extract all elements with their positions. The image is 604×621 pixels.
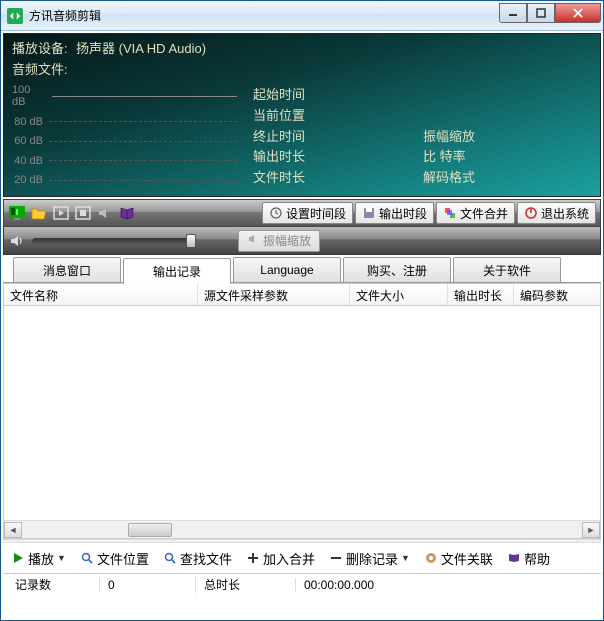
merge-label: 文件合并: [460, 205, 508, 222]
slider-thumb[interactable]: [186, 234, 196, 248]
tab-output[interactable]: 输出记录: [123, 258, 231, 284]
db-label-100: 100 dB: [12, 84, 46, 108]
horizontal-scrollbar[interactable]: ◄ ►: [4, 520, 600, 538]
start-time-label: 起始时间: [253, 84, 423, 103]
time-info: 起始时间 当前位置 终止时间振幅缩放 输出时长比 特率 文件时长解码格式: [237, 80, 592, 190]
file-assoc-button[interactable]: 文件关联: [420, 547, 497, 570]
statusbar: 记录数 0 总时长 00:00:00.000: [3, 573, 601, 595]
total-dur-value: 00:00:00.000: [295, 578, 597, 592]
col-encode-params[interactable]: 编码参数: [514, 284, 600, 305]
set-period-label: 设置时间段: [286, 205, 346, 222]
save-icon: [362, 206, 376, 220]
db-label-20: 20 dB: [14, 174, 43, 186]
help-icon: [507, 551, 521, 565]
db-label-60: 60 dB: [14, 135, 43, 147]
speaker-small-icon: [247, 233, 259, 248]
record-count-label: 记录数: [7, 576, 99, 593]
play-icon: [11, 551, 25, 565]
volume-row: 振幅缩放: [3, 227, 601, 255]
current-pos-label: 当前位置: [253, 105, 423, 124]
table-header: 文件名称 源文件采样参数 文件大小 输出时长 编码参数: [4, 284, 600, 306]
power-icon: [524, 206, 538, 220]
end-time-label: 终止时间: [253, 126, 423, 145]
clock-icon: [269, 206, 283, 220]
record-count-value: 0: [99, 578, 195, 592]
tab-language[interactable]: Language: [233, 257, 341, 282]
help-button[interactable]: 帮助: [503, 547, 554, 570]
monitor-icon[interactable]: [8, 204, 26, 222]
exit-label: 退出系统: [541, 205, 589, 222]
info-panel: 播放设备: 扬声器 (VIA HD Audio) 音频文件: 100 dB 80…: [3, 33, 601, 197]
output-period-label: 输出时段: [379, 205, 427, 222]
add-merge-button[interactable]: 加入合并: [242, 547, 319, 570]
set-period-button[interactable]: 设置时间段: [262, 202, 353, 224]
bitrate-label: 比 特率: [423, 146, 466, 165]
window-title: 方讯音频剪辑: [29, 7, 499, 24]
stop-box-icon[interactable]: [74, 204, 92, 222]
device-label: 播放设备:: [12, 38, 76, 57]
volume-icon[interactable]: [96, 204, 114, 222]
play-box-icon[interactable]: [52, 204, 70, 222]
close-button[interactable]: [555, 3, 601, 23]
total-dur-label: 总时长: [195, 576, 295, 593]
amp-scale-button[interactable]: 振幅缩放: [238, 230, 320, 252]
plus-icon: [246, 551, 260, 565]
col-out-dur[interactable]: 输出时长: [448, 284, 514, 305]
search-icon: [80, 551, 94, 565]
db-label-40: 40 dB: [14, 155, 43, 167]
merge-icon: [443, 206, 457, 220]
speaker-icon[interactable]: [8, 232, 26, 250]
maximize-button[interactable]: [527, 3, 555, 23]
scrollbar-thumb[interactable]: [128, 523, 172, 537]
merge-button[interactable]: 文件合并: [436, 202, 515, 224]
tabs: 消息窗口 输出记录 Language 购买、注册 关于软件: [3, 257, 601, 283]
minus-icon: [329, 551, 343, 565]
output-period-button[interactable]: 输出时段: [355, 202, 434, 224]
tab-message[interactable]: 消息窗口: [13, 257, 121, 282]
amp-scale-btn-label: 振幅缩放: [263, 232, 311, 249]
col-source-params[interactable]: 源文件采样参数: [198, 284, 350, 305]
file-location-button[interactable]: 文件位置: [76, 547, 153, 570]
output-dur-label: 输出时长: [253, 146, 423, 165]
chevron-down-icon: ▼: [57, 553, 66, 563]
col-filename[interactable]: 文件名称: [4, 284, 198, 305]
audio-file-row: 音频文件:: [12, 59, 592, 78]
db-scale: 100 dB 80 dB 60 dB 40 dB 20 dB: [12, 80, 237, 190]
window-controls: [499, 3, 601, 23]
app-window: 方讯音频剪辑 播放设备: 扬声器 (VIA HD Audio) 音频文件: 10…: [0, 0, 604, 621]
file-dur-label: 文件时长: [253, 167, 423, 186]
find-file-button[interactable]: 查找文件: [159, 547, 236, 570]
bottom-toolbar: 播放 ▼ 文件位置 查找文件 加入合并 删除记录 ▼ 文件关联 帮助: [3, 545, 601, 571]
device-row: 播放设备: 扬声器 (VIA HD Audio): [12, 38, 592, 57]
decode-fmt-label: 解码格式: [423, 167, 475, 186]
scroll-right-arrow[interactable]: ►: [582, 522, 600, 538]
titlebar: 方讯音频剪辑: [1, 1, 603, 31]
app-icon: [7, 8, 23, 24]
chevron-down-icon-2: ▼: [401, 553, 410, 563]
open-folder-icon[interactable]: [30, 204, 48, 222]
play-button[interactable]: 播放 ▼: [7, 547, 70, 570]
gear-icon: [424, 551, 438, 565]
tab-buy[interactable]: 购买、注册: [343, 257, 451, 282]
book-icon[interactable]: [118, 204, 136, 222]
graph-area: 100 dB 80 dB 60 dB 40 dB 20 dB 起始时间 当前位置…: [12, 80, 592, 190]
minimize-button[interactable]: [499, 3, 527, 23]
separator: [3, 539, 601, 543]
device-value: 扬声器 (VIA HD Audio): [76, 38, 206, 57]
db-label-80: 80 dB: [14, 116, 43, 128]
output-table: 文件名称 源文件采样参数 文件大小 输出时长 编码参数 ◄ ►: [3, 283, 601, 539]
volume-slider[interactable]: [32, 238, 196, 244]
exit-button[interactable]: 退出系统: [517, 202, 596, 224]
delete-record-button[interactable]: 删除记录 ▼: [325, 547, 414, 570]
col-filesize[interactable]: 文件大小: [350, 284, 448, 305]
main-toolbar: 设置时间段 输出时段 文件合并 退出系统: [3, 199, 601, 227]
amp-scale-label: 振幅缩放: [423, 126, 475, 145]
scroll-left-arrow[interactable]: ◄: [4, 522, 22, 538]
tab-about[interactable]: 关于软件: [453, 257, 561, 282]
table-body[interactable]: [4, 306, 600, 520]
audio-file-label: 音频文件:: [12, 62, 68, 77]
search-icon-2: [163, 551, 177, 565]
